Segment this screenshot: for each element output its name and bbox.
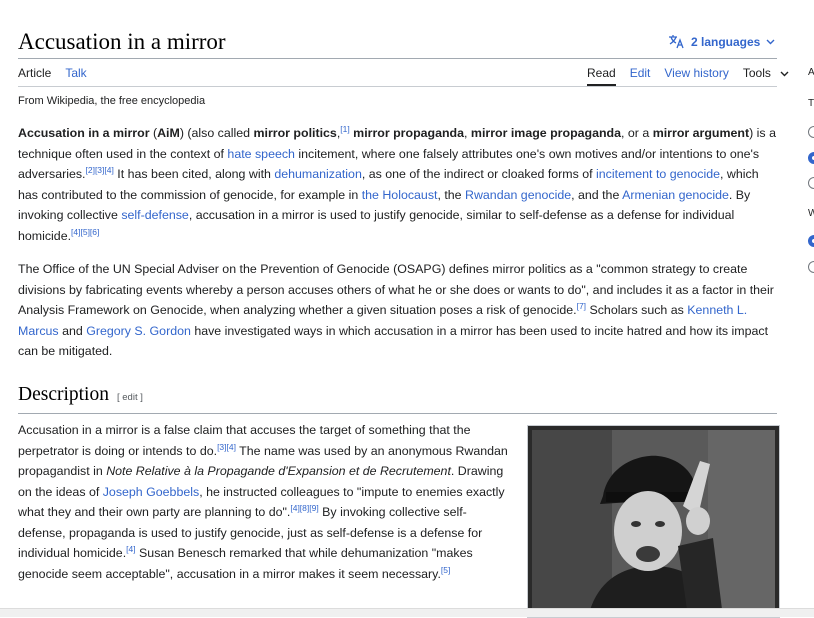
link-gregory-gordon[interactable]: Gregory S. Gordon: [86, 324, 191, 338]
description-paragraph: Accusation in a mirror is a false claim …: [18, 423, 508, 581]
link-rwandan-genocide[interactable]: Rwandan genocide: [465, 188, 571, 202]
lead-paragraph-2: The Office of the UN Special Adviser on …: [18, 262, 774, 358]
translate-icon: [669, 35, 684, 49]
link-joseph-goebbels[interactable]: Joseph Goebbels: [103, 485, 199, 499]
view-tabs: Read Edit View history Tools: [587, 66, 789, 86]
chevron-down-icon: [780, 71, 789, 77]
tab-edit[interactable]: Edit: [630, 66, 651, 86]
link-self-defense[interactable]: self-defense: [121, 208, 189, 222]
sidebar-radio-1[interactable]: [808, 126, 814, 138]
section-heading: Description [ edit ]: [18, 384, 143, 406]
chevron-down-icon: [766, 39, 775, 44]
sidebar-radio-4[interactable]: [808, 235, 814, 247]
lead-paragraph-1: Accusation in a mirror (AiM) (also calle…: [18, 123, 776, 243]
tab-article[interactable]: Article: [18, 66, 51, 84]
page-title: Accusation in a mirror: [18, 29, 226, 54]
link-incitement-to-genocide[interactable]: incitement to genocide: [596, 167, 720, 181]
tagline: From Wikipedia, the free encyclopedia: [18, 95, 206, 107]
tools-label: Tools: [742, 66, 771, 80]
sidebar-radio-5[interactable]: [808, 261, 814, 273]
link-dehumanization[interactable]: dehumanization: [274, 167, 362, 181]
title-divider: [18, 58, 777, 59]
languages-label: 2 languages: [691, 34, 761, 49]
tab-talk[interactable]: Talk: [65, 66, 86, 84]
sidebar-label-width: W: [808, 208, 814, 219]
section-divider: [18, 413, 777, 414]
sidebar-radio-2[interactable]: [808, 152, 814, 164]
tab-tools[interactable]: Tools: [743, 66, 789, 86]
namespace-tabs: Article Talk: [18, 66, 87, 84]
tab-view-history[interactable]: View history: [664, 66, 728, 86]
languages-button[interactable]: 2 languages: [668, 34, 775, 49]
link-the-holocaust[interactable]: the Holocaust: [362, 188, 438, 202]
sidebar-radio-3[interactable]: [808, 177, 814, 189]
link-hate-speech[interactable]: hate speech: [227, 147, 295, 161]
section-edit-link[interactable]: [ edit ]: [117, 392, 143, 403]
section-heading-text: Description: [18, 384, 109, 405]
sidebar-label-text: T: [808, 98, 814, 109]
portrait-graphic: [528, 426, 779, 617]
sidebar-label-appearance: A: [808, 67, 814, 78]
link-armenian-genocide[interactable]: Armenian genocide: [622, 188, 729, 202]
portrait-image[interactable]: [527, 425, 780, 618]
tabs-divider: [18, 86, 777, 87]
tab-read[interactable]: Read: [587, 66, 616, 86]
